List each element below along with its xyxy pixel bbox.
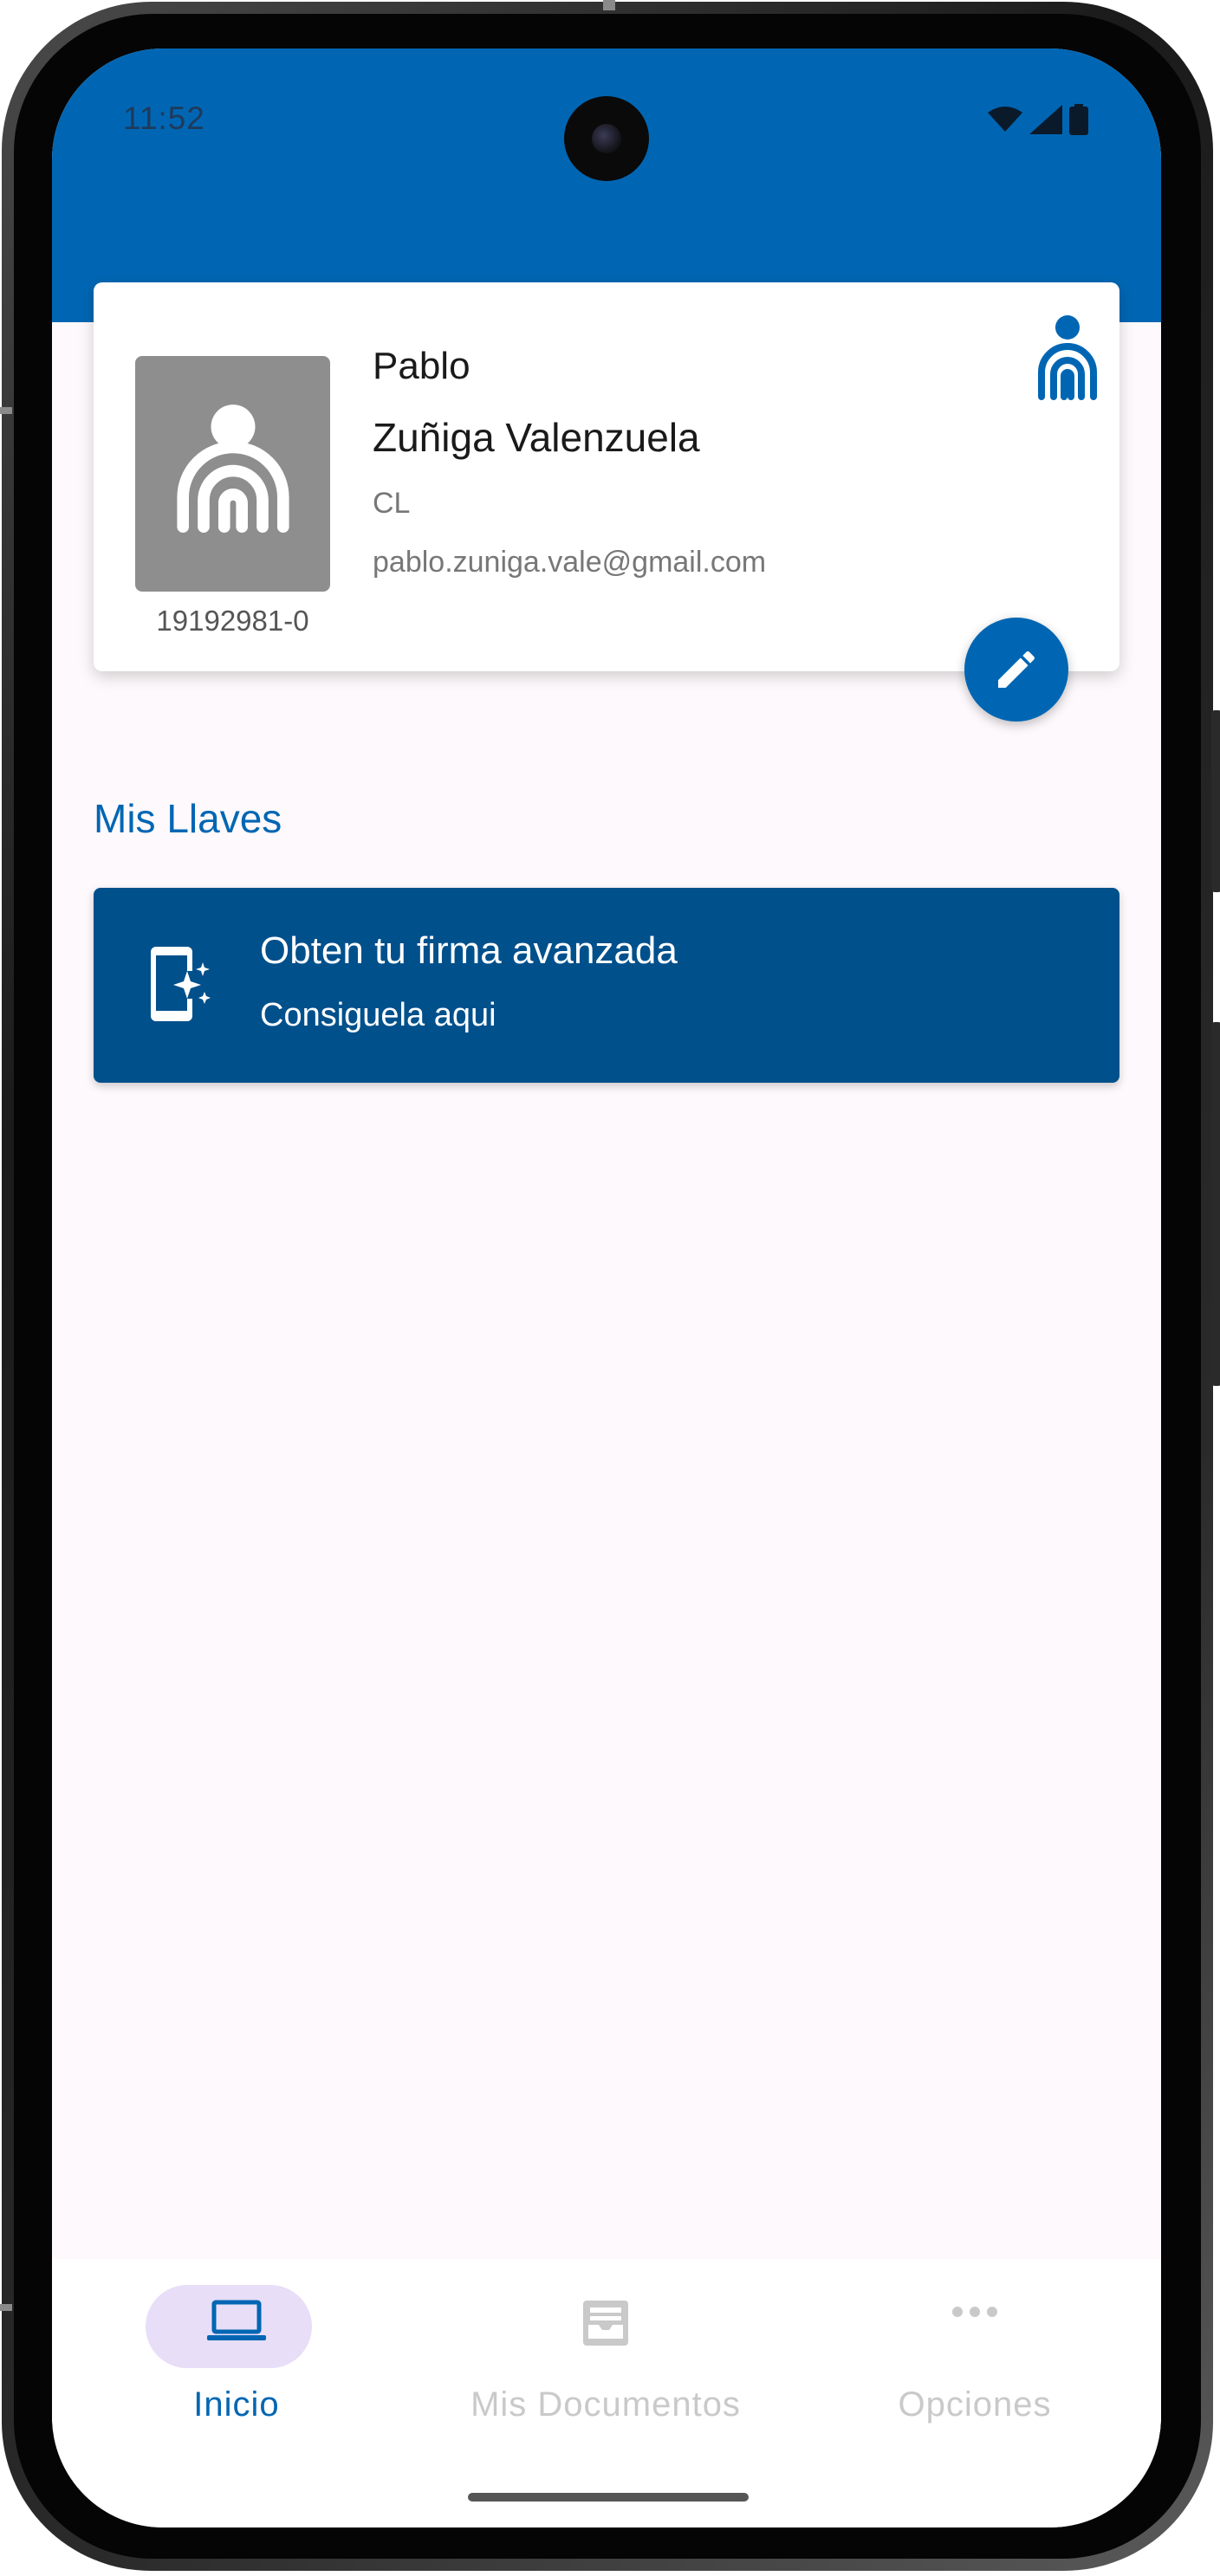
last-name: Zuñiga Valenzuela [373,415,700,460]
nav-label-opciones: Opciones [898,2385,1052,2424]
identity-icon-wrapper [1035,314,1100,405]
inbox-tray-icon [583,2301,628,2346]
volume-button [1211,710,1220,892]
pencil-icon [998,650,1035,688]
phone-sparkle-icon [151,947,211,1021]
front-camera [564,96,649,181]
status-icons [988,104,1088,135]
advanced-signature-card[interactable]: Obten tu firma avanzada Consiguela aqui [94,888,1119,1083]
signal-icon [1029,105,1062,134]
antenna-line [0,2304,12,2311]
rut-number: 19192981-0 [156,605,309,637]
country-code: CL [373,487,411,520]
wifi-icon [988,107,1022,132]
header-band [52,49,1161,322]
email: pablo.zuniga.vale@gmail.com [373,546,767,579]
battery-icon [1069,104,1088,135]
sign-card-subtitle: Consiguela aqui [260,997,496,1033]
antenna-line [0,407,12,414]
laptop-icon [207,2300,266,2340]
fingerprint-person-icon [1038,315,1097,400]
nav-label-mis-documentos: Mis Documentos [470,2385,741,2424]
avatar [135,356,330,592]
power-button [1211,1022,1220,1386]
first-name: Pablo [373,345,470,387]
antenna-line [603,0,615,10]
home-indicator[interactable] [468,2493,749,2502]
status-time: 11:52 [123,100,205,136]
app-screen: 11:52 19192981-0 Pablo Zuñiga Valenzuela… [52,49,1161,2527]
sign-icon-wrapper [149,942,215,1032]
fingerprint-person-icon [176,405,289,533]
edit-profile-button[interactable] [964,618,1068,722]
nav-label-inicio: Inicio [193,2385,280,2424]
bottom-navigation: Inicio Mis Documentos Opciones [52,2259,1161,2527]
profile-card: 19192981-0 Pablo Zuñiga Valenzuela CL pa… [94,282,1119,671]
sign-card-title: Obten tu firma avanzada [260,929,678,972]
more-horizontal-icon [952,2307,997,2317]
section-title-mis-llaves: Mis Llaves [94,796,282,841]
